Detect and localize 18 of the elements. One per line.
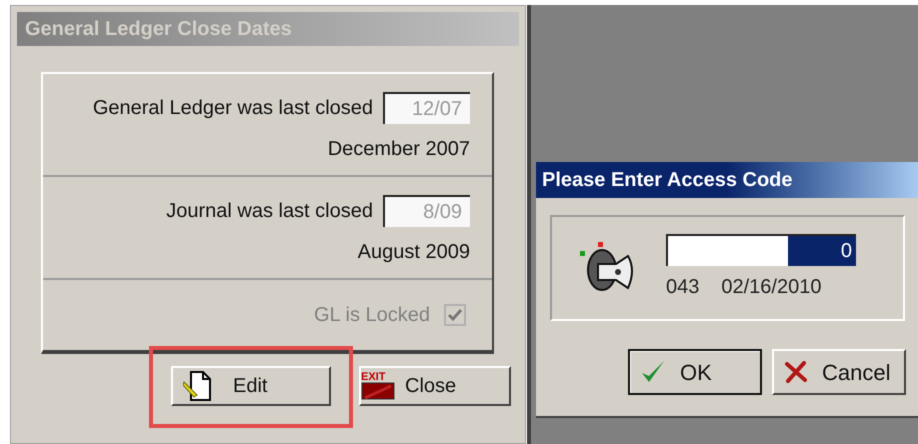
close-icon — [784, 360, 808, 384]
field-label: Journal was last closed — [166, 199, 373, 224]
date-caption: December 2007 — [328, 137, 470, 162]
ok-button[interactable]: OK — [628, 349, 762, 395]
window-title: Please Enter Access Code — [536, 162, 918, 198]
door-icon — [361, 382, 395, 400]
document-pencil-icon — [183, 370, 213, 402]
date-caption: August 2009 — [358, 240, 470, 265]
exit-label: EXIT — [361, 372, 386, 383]
edit-button[interactable]: Edit — [171, 366, 331, 406]
window-title: General Ledger Close Dates — [17, 12, 519, 46]
user-code: 043 — [666, 275, 700, 300]
cancel-button[interactable]: Cancel — [772, 349, 906, 395]
checkbox-label: GL is Locked — [314, 303, 430, 328]
field-label: General Ledger was last closed — [92, 96, 373, 121]
close-button[interactable]: EXIT Close — [359, 366, 511, 406]
date-text: 02/16/2010 — [721, 275, 822, 300]
access-code-field[interactable]: 0 — [666, 234, 856, 266]
